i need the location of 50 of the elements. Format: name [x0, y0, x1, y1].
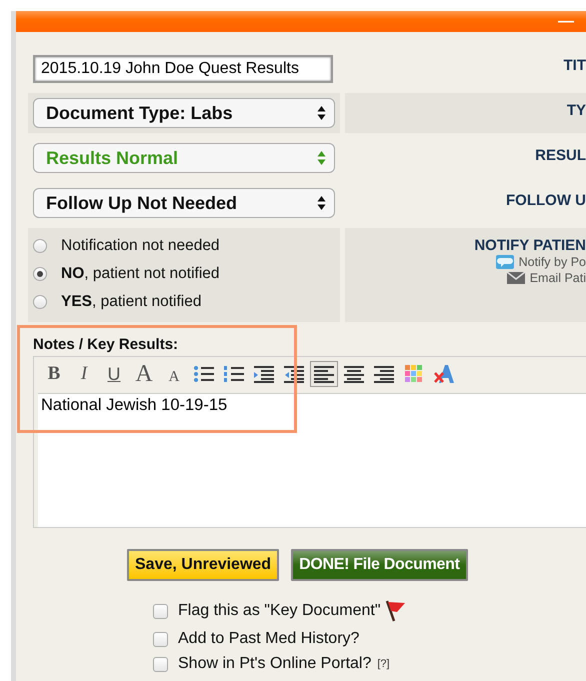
color-palette-icon	[405, 365, 423, 383]
dropdown[interactable]: Results Normal	[33, 143, 335, 173]
field-label: RESUL	[535, 146, 586, 164]
radio-label: NO, patient not notified	[61, 265, 220, 283]
envelope-icon	[506, 272, 525, 284]
grow-font-button[interactable]: A	[130, 361, 158, 387]
outdent-icon	[253, 365, 275, 383]
bold-button[interactable]: B	[40, 361, 68, 387]
notify-link[interactable]: Email Pati	[530, 271, 586, 285]
save-button[interactable]: Save, Unreviewed	[127, 549, 280, 581]
checkbox-label: Add to Past Med History?	[178, 630, 360, 648]
field-label: TY	[566, 101, 586, 119]
field-label: TIT	[564, 56, 586, 74]
toolbar-button[interactable]	[310, 361, 338, 387]
align-left-icon	[313, 365, 335, 383]
align-right-icon	[373, 365, 395, 383]
italic-button[interactable]: I	[70, 361, 98, 387]
field-label: FOLLOW U	[506, 191, 586, 209]
align-center-icon	[343, 365, 365, 383]
notes-text: National Jewish 10-19-15	[41, 396, 228, 414]
field-label: NOTIFY PATIEN	[474, 236, 586, 254]
notify-link[interactable]: Notify by Po	[518, 255, 586, 269]
bullet-list-icon	[193, 365, 215, 383]
radio-label: YES, patient notified	[61, 293, 202, 311]
radio-button[interactable]	[33, 267, 47, 281]
radio-label: Notification not needed	[61, 237, 220, 255]
underline-button[interactable]: U	[100, 361, 128, 387]
checkbox[interactable]	[153, 656, 168, 672]
updown-icon	[317, 105, 326, 121]
dropdown[interactable]: Document Type: Labs	[33, 98, 335, 128]
file-document-button[interactable]: DONE! File Document	[291, 549, 468, 581]
help-link[interactable]: [?]	[377, 658, 390, 670]
notes-label: Notes / Key Results:	[33, 336, 180, 353]
title-field[interactable]: 2015.10.19 John Doe Quest Results	[33, 55, 333, 83]
radio-button[interactable]	[33, 295, 47, 309]
chat-icon	[496, 255, 514, 269]
updown-icon	[317, 150, 326, 166]
checkbox[interactable]	[153, 632, 168, 646]
indent-icon	[283, 365, 305, 383]
radio-button[interactable]	[33, 239, 47, 253]
checkbox[interactable]	[153, 604, 168, 618]
flag-icon	[384, 599, 407, 623]
checkbox-label: Flag this as "Key Document"	[178, 602, 381, 620]
notes-text-area[interactable]: National Jewish 10-19-15	[38, 393, 586, 527]
shrink-font-button[interactable]: A	[160, 361, 188, 387]
checkbox-label: Show in Pt's Online Portal?	[178, 655, 372, 673]
clear-format-icon	[433, 364, 455, 384]
dropdown[interactable]: Follow Up Not Needed	[33, 188, 335, 218]
numbered-list-icon	[223, 365, 245, 383]
updown-icon	[317, 195, 326, 211]
